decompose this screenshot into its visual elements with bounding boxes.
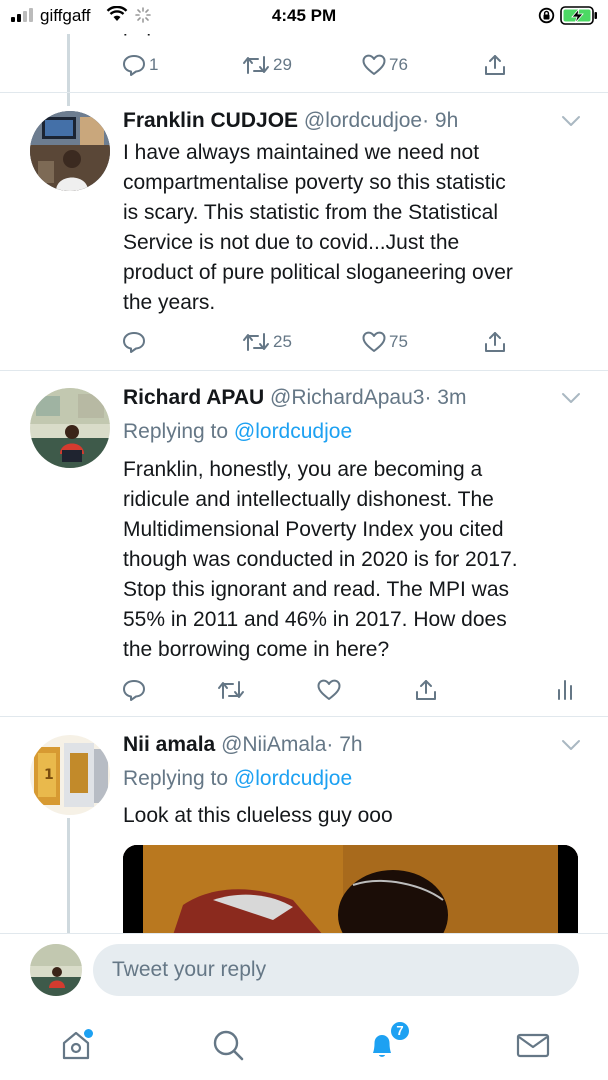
avatar-image: 1 — [30, 735, 110, 815]
retweet-icon — [243, 56, 269, 74]
tab-bar: 7 — [0, 1011, 608, 1080]
text-line: product of pure political sloganeering o… — [123, 261, 513, 284]
author-handle[interactable]: @NiiAmala — [221, 733, 326, 756]
tweet-author: Franklin CUDJOE @lordcudjoe· 9h — [123, 109, 458, 133]
share-icon — [416, 680, 436, 700]
mention-link[interactable]: @lordcudjoe — [234, 420, 352, 443]
retweet-button[interactable]: 25 — [242, 331, 292, 353]
tweet-text: Franklin, honestly, you are becoming a r… — [123, 455, 593, 665]
avatar-image — [30, 388, 110, 468]
tweet-time: · 3m — [424, 386, 467, 409]
share-button[interactable] — [414, 678, 438, 702]
reply-icon — [123, 55, 145, 76]
like-button[interactable]: 76 — [362, 54, 408, 76]
share-icon — [485, 332, 505, 352]
like-count: 76 — [389, 55, 408, 74]
heart-icon — [362, 331, 386, 352]
share-icon — [485, 55, 505, 75]
reply-button[interactable]: 1 — [122, 54, 158, 76]
share-button[interactable] — [483, 53, 507, 77]
reply-button[interactable] — [122, 331, 146, 353]
avatar[interactable]: 1 — [30, 735, 110, 815]
tweet-text: I have always maintained we need not com… — [123, 138, 593, 318]
retweet-button[interactable]: 29 — [242, 54, 292, 76]
user-avatar-image — [30, 944, 82, 996]
author-name[interactable]: Nii amala — [123, 733, 215, 756]
heart-icon — [362, 54, 386, 75]
retweet-button[interactable] — [217, 679, 245, 701]
text-line: compartmentalise poverty so this statist… — [123, 171, 506, 194]
tweet-video[interactable] — [123, 845, 578, 935]
video-thumbnail — [123, 845, 578, 935]
text-line: though was conducted in 2020 is for 2017… — [123, 548, 518, 571]
thread-line — [67, 34, 70, 106]
tweet-text: Look at this clueless guy ooo — [123, 801, 593, 831]
text-line: the years. — [123, 291, 216, 314]
orientation-lock-icon — [538, 7, 555, 24]
text-line: Franklin, honestly, you are becoming a — [123, 458, 483, 481]
notifications-badge: 7 — [389, 1020, 411, 1042]
messages-icon[interactable] — [515, 1027, 551, 1063]
author-name[interactable]: Richard APAU — [123, 386, 264, 409]
share-button[interactable] — [483, 330, 507, 354]
replying-to: Replying to @lordcudjoe — [123, 767, 352, 791]
replying-label: Replying to — [123, 767, 229, 790]
author-handle[interactable]: @RichardApau3 — [270, 386, 424, 409]
tweet-author: Richard APAU @RichardApau3· 3m — [123, 386, 466, 410]
status-time: 4:45 PM — [271, 6, 337, 25]
user-avatar[interactable] — [30, 944, 82, 996]
chevron-down-icon[interactable] — [560, 391, 582, 405]
divider — [0, 92, 608, 93]
tweet-time: · 9h — [422, 109, 459, 132]
chevron-down-icon[interactable] — [560, 738, 582, 752]
avatar[interactable] — [30, 111, 110, 191]
mention-link[interactable]: @lordcudjoe — [234, 767, 352, 790]
retweet-count: 29 — [273, 55, 292, 74]
text-line: Stop this ignorant and read. The MPI was — [123, 578, 509, 601]
retweet-icon — [218, 681, 244, 699]
like-button[interactable] — [317, 679, 341, 701]
analytics-icon — [558, 680, 572, 700]
divider — [0, 716, 608, 717]
chevron-down-icon[interactable] — [560, 114, 582, 128]
avatar-image — [30, 111, 110, 191]
text-line: Service is not due to covid...Just the — [123, 231, 460, 254]
reply-count: 1 — [149, 55, 159, 74]
tweet-time: · 7h — [326, 733, 363, 756]
text-line: ridicule and intellectually dishonest. T… — [123, 488, 494, 511]
thread-line — [67, 818, 70, 933]
divider — [0, 370, 608, 371]
text-line: is scary. This statistic from the Statis… — [123, 201, 498, 224]
svg-text:1: 1 — [44, 767, 54, 783]
search-icon[interactable] — [210, 1027, 246, 1063]
reply-composer — [0, 933, 608, 1011]
reply-button[interactable] — [122, 679, 146, 701]
replying-label: Replying to — [123, 420, 229, 443]
reply-icon — [123, 332, 145, 353]
retweet-count: 25 — [273, 332, 292, 351]
battery-charging-icon — [560, 6, 597, 25]
avatar[interactable] — [30, 388, 110, 468]
analytics-button[interactable] — [556, 679, 574, 701]
tweet-author: Nii amala @NiiAmala· 7h — [123, 733, 363, 757]
status-bar: giffgaff 4:45 PM — [0, 0, 608, 34]
text-line: 55% in 2011 and 46% in 2017. How does — [123, 608, 507, 631]
retweet-icon — [243, 333, 269, 351]
replying-to: Replying to @lordcudjoe — [123, 420, 352, 444]
heart-icon — [317, 679, 341, 700]
like-count: 75 — [389, 332, 408, 351]
new-content-dot — [84, 1029, 93, 1038]
text-line: Multidimensional Poverty Index you cited — [123, 518, 504, 541]
text-line: Look at this clueless guy ooo — [123, 804, 393, 827]
author-handle[interactable]: @lordcudjoe — [304, 109, 422, 132]
text-line: I have always maintained we need not — [123, 141, 480, 164]
author-name[interactable]: Franklin CUDJOE — [123, 109, 298, 132]
text-line: the borrowing come in here? — [123, 638, 390, 661]
like-button[interactable]: 75 — [362, 331, 408, 353]
reply-input[interactable] — [93, 944, 579, 996]
reply-icon — [123, 680, 145, 701]
